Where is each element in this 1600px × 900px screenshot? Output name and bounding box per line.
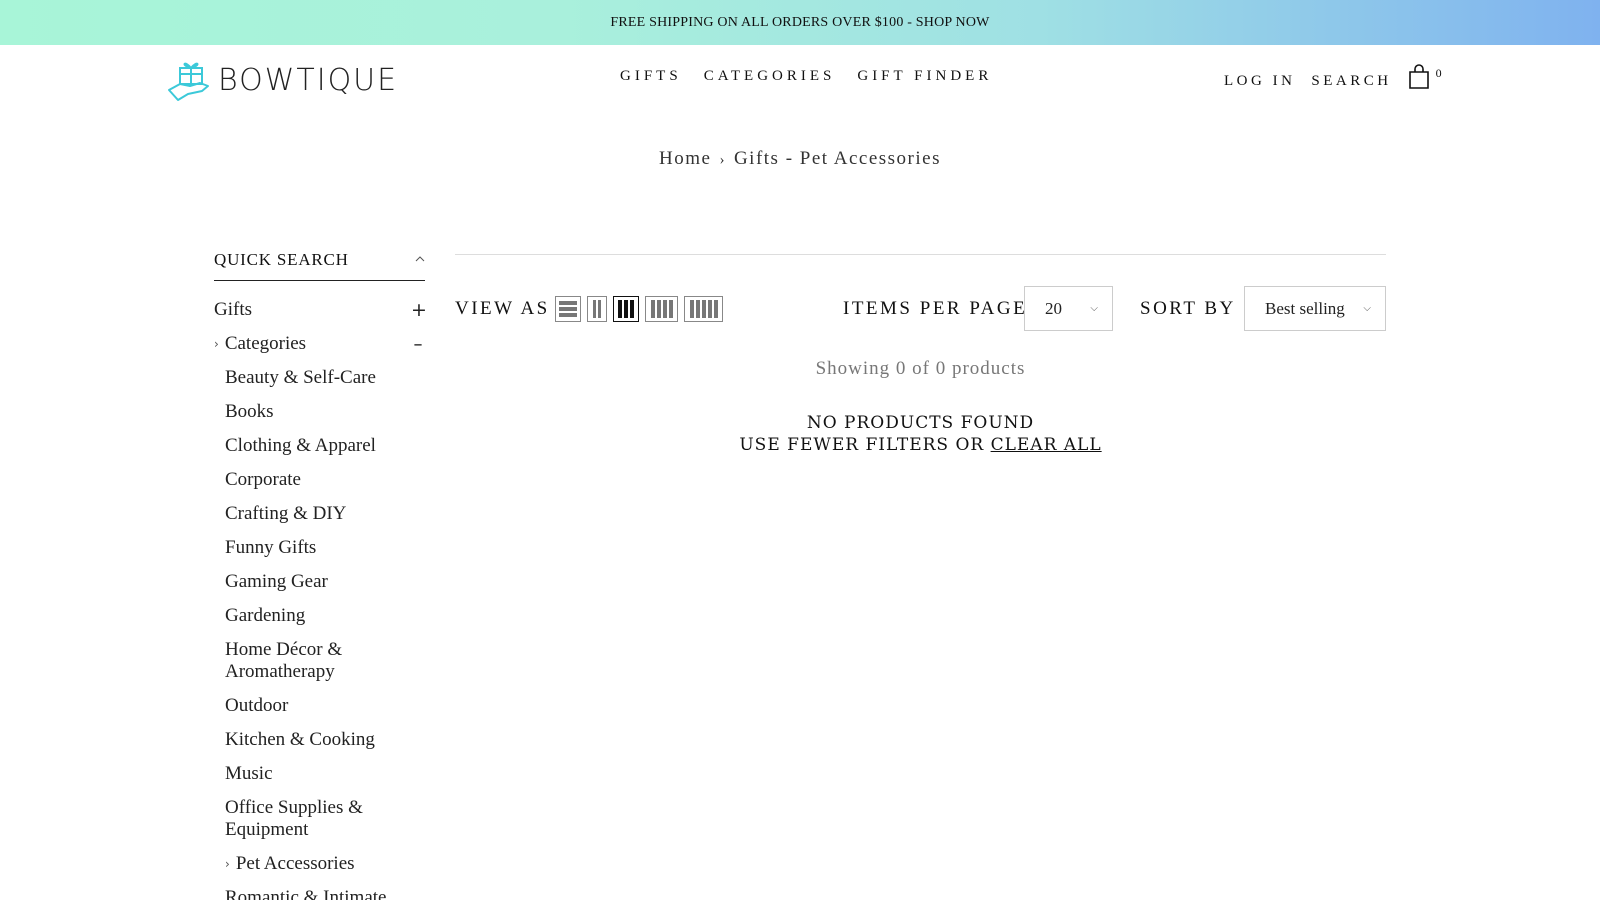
category-item[interactable]: Music xyxy=(225,757,425,791)
category-item[interactable]: Funny Gifts xyxy=(225,531,425,565)
breadcrumb-home[interactable]: Home xyxy=(659,148,711,169)
grid-2-view-button[interactable] xyxy=(587,296,607,322)
utility-nav: LOG IN SEARCH 0 xyxy=(1224,64,1442,95)
items-per-page-value: 20 xyxy=(1045,298,1062,318)
filter-categories[interactable]: › Categories – xyxy=(214,333,425,355)
announcement-bar[interactable]: FREE SHIPPING ON ALL ORDERS OVER $100 - … xyxy=(0,0,1600,45)
breadcrumb-current: Gifts - Pet Accessories xyxy=(733,148,941,169)
category-item[interactable]: Office Supplies & Equipment xyxy=(225,791,425,847)
login-link[interactable]: LOG IN xyxy=(1224,73,1295,90)
listing-toolbar: VIEW AS ITEMS PER PAGE 20 ⌵ SORT BY Best… xyxy=(455,286,1386,332)
sort-by-value: Best selling xyxy=(1265,298,1345,318)
grid-4-view-button[interactable] xyxy=(645,296,678,322)
clear-all-link[interactable]: CLEAR ALL xyxy=(991,435,1102,455)
search-link[interactable]: SEARCH xyxy=(1311,73,1391,90)
category-item[interactable]: Crafting & DIY xyxy=(225,497,425,531)
nav-categories[interactable]: CATEGORIES xyxy=(704,68,836,85)
category-item[interactable]: Home Décor & Aromatherapy xyxy=(225,633,425,689)
items-per-page-label: ITEMS PER PAGE xyxy=(843,298,1028,319)
expand-plus-icon[interactable]: + xyxy=(411,299,427,321)
chevron-down-icon: ⌵ xyxy=(1363,303,1371,314)
gift-hand-icon xyxy=(166,56,212,104)
grid-3-view-button[interactable] xyxy=(613,296,639,322)
category-item[interactable]: Beauty & Self-Care xyxy=(225,361,425,395)
category-list: Beauty & Self-Care Books Clothing & Appa… xyxy=(225,361,425,900)
items-per-page-select[interactable]: 20 ⌵ xyxy=(1024,286,1113,331)
chevron-up-icon[interactable] xyxy=(415,251,425,269)
chevron-down-icon: ⌵ xyxy=(1090,303,1098,314)
view-toggle-group xyxy=(555,296,723,322)
category-item[interactable]: Corporate xyxy=(225,463,425,497)
category-item[interactable]: Clothing & Apparel xyxy=(225,429,425,463)
cart-button[interactable]: 0 xyxy=(1408,64,1442,95)
nav-gift-finder[interactable]: GIFT FINDER xyxy=(857,68,992,85)
no-products-message: NO PRODUCTS FOUND xyxy=(806,413,1035,433)
view-as-label: VIEW AS xyxy=(455,298,550,319)
logo-text: BOWTIQUE xyxy=(218,62,399,98)
quick-search-header[interactable]: QUICK SEARCH xyxy=(214,250,425,281)
grid-5-view-button[interactable] xyxy=(684,296,723,322)
list-view-icon xyxy=(559,301,577,317)
chevron-right-icon: › xyxy=(214,337,219,351)
announcement-text[interactable]: FREE SHIPPING ON ALL ORDERS OVER $100 - … xyxy=(610,15,989,31)
empty-state: NO PRODUCTS FOUND USE FEWER FILTERS OR C… xyxy=(455,412,1386,456)
fewer-filters-text: USE FEWER FILTERS OR xyxy=(739,435,985,455)
product-listing: VIEW AS ITEMS PER PAGE 20 ⌵ SORT BY Best… xyxy=(455,254,1386,455)
cart-count: 0 xyxy=(1435,66,1442,80)
fewer-filters-message: USE FEWER FILTERS OR CLEAR ALL xyxy=(455,434,1386,456)
results-count: Showing 0 of 0 products xyxy=(815,358,1026,379)
category-item-label: Pet Accessories xyxy=(235,853,355,874)
category-item[interactable]: Gaming Gear xyxy=(225,565,425,599)
sidebar: QUICK SEARCH Gifts + › Categories – Beau… xyxy=(214,250,427,900)
collapse-minus-icon[interactable]: – xyxy=(411,334,425,355)
quick-search-title: QUICK SEARCH xyxy=(214,250,349,269)
shopping-bag-icon xyxy=(1408,64,1430,95)
store-logo[interactable]: BOWTIQUE xyxy=(166,55,398,105)
filter-gifts[interactable]: Gifts + xyxy=(214,299,427,321)
category-item[interactable]: Romantic & Intimate Gifts xyxy=(225,881,425,900)
chevron-right-icon: › xyxy=(225,857,230,871)
category-item-selected[interactable]: › Pet Accessories xyxy=(225,847,425,881)
divider xyxy=(455,254,1386,255)
breadcrumb: Home › Gifts - Pet Accessories xyxy=(0,148,1600,170)
filter-categories-label: Categories xyxy=(224,333,307,354)
sort-by-label: SORT BY xyxy=(1140,298,1236,319)
filter-gifts-label: Gifts xyxy=(214,299,252,320)
nav-gifts[interactable]: GIFTS xyxy=(620,68,682,85)
category-item[interactable]: Outdoor xyxy=(225,689,425,723)
category-item[interactable]: Kitchen & Cooking xyxy=(225,723,425,757)
list-view-button[interactable] xyxy=(555,296,581,322)
category-item[interactable]: Gardening xyxy=(225,599,425,633)
chevron-right-icon: › xyxy=(719,152,726,168)
sort-by-select[interactable]: Best selling ⌵ xyxy=(1244,286,1386,331)
category-item[interactable]: Books xyxy=(225,395,425,429)
